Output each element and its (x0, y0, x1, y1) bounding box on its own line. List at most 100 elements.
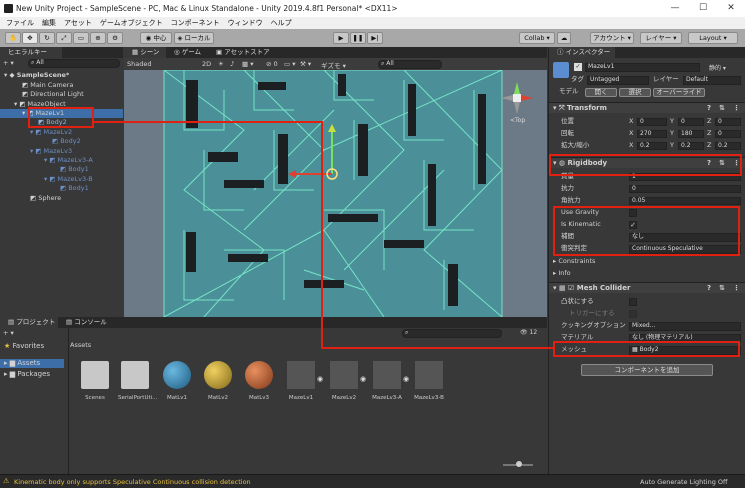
tab-scene[interactable]: ▦ シーン (124, 47, 166, 58)
tree-item-main-camera[interactable]: ◩ Main Camera (22, 81, 73, 90)
tab-project[interactable]: ▤ プロジェクト (0, 317, 58, 328)
tab-game[interactable]: ◎ ゲーム (166, 47, 206, 58)
add-component-button[interactable]: コンポーネントを追加 (581, 364, 713, 376)
shading-mode-dropdown[interactable]: Shaded (127, 60, 151, 68)
mode-2d-button[interactable]: 2D (202, 60, 211, 68)
hand-tool-button[interactable]: ✋ (5, 32, 21, 44)
menu-edit[interactable]: 編集 (42, 18, 56, 28)
scene-camera-icon[interactable]: ▭ ▾ (284, 60, 295, 68)
play-button[interactable]: ▶ (333, 32, 349, 44)
convex-checkbox[interactable] (629, 298, 637, 306)
transform-tool-button[interactable]: ⊕ (90, 32, 106, 44)
angular-drag-field[interactable]: 0.05 (629, 197, 741, 205)
tree-item-sphere[interactable]: ◩ Sphere (30, 194, 61, 203)
layout-button[interactable]: Layout ▾ (688, 32, 738, 44)
asset-mazelv3-a[interactable]: MazeLv3-A (370, 361, 404, 401)
menu-dots-icon[interactable]: ⋮ (733, 283, 740, 293)
position-y-field[interactable]: 0 (678, 118, 704, 126)
asset-serialport[interactable]: SerialPortUti... (118, 361, 157, 401)
minimize-button[interactable]: — (661, 0, 689, 17)
account-button[interactable]: アカウント ▾ (590, 32, 634, 44)
tree-item-mazelv3-b[interactable]: ▾ ◩ MazeLv3-B (44, 175, 93, 184)
tab-inspector[interactable]: ⓘ インスペクター (549, 47, 615, 58)
scene-viewport[interactable]: <Top (124, 70, 547, 317)
expand-icon[interactable]: ◉ (360, 375, 366, 383)
favorites-folder[interactable]: ★ Favorites (4, 342, 44, 350)
project-create-button[interactable]: + ▾ (3, 329, 14, 337)
select-button[interactable]: 選択 (619, 88, 651, 97)
close-button[interactable]: ✕ (717, 0, 745, 17)
menu-component[interactable]: コンポーネント (171, 18, 220, 28)
scale-x-field[interactable]: 0.2 (637, 142, 667, 150)
custom-tool-button[interactable]: ⚙ (107, 32, 123, 44)
active-checkbox[interactable]: ✓ (574, 63, 582, 71)
menu-assets[interactable]: アセット (64, 18, 92, 28)
asset-matlv1[interactable]: MatLv1 (160, 361, 194, 401)
help-icon[interactable]: ? (707, 283, 711, 293)
info-foldout[interactable]: ▸ Info (553, 269, 571, 278)
menu-gameobject[interactable]: ゲームオブジェクト (100, 18, 163, 28)
tools-icon[interactable]: ⚒ ▾ (300, 60, 311, 68)
help-icon[interactable]: ? (707, 103, 711, 113)
tab-hierarchy[interactable]: ヒエラルキー (0, 47, 62, 58)
preset-icon[interactable]: ⇅ (719, 103, 725, 113)
pivot-local-button[interactable]: ◈ ローカル (174, 32, 214, 44)
tree-item-body1-a[interactable]: ◩ Body1 (60, 165, 89, 174)
rotation-z-field[interactable]: 0 (715, 130, 741, 138)
maximize-button[interactable]: ☐ (689, 0, 717, 17)
assets-folder[interactable]: ▸ ▆ Assets (0, 359, 64, 368)
zoom-slider-handle[interactable] (516, 461, 522, 467)
asset-matlv3[interactable]: MatLv3 (242, 361, 276, 401)
asset-matlv2[interactable]: MatLv2 (201, 361, 235, 401)
mesh-collider-header[interactable]: ▾ ▦ ☑ Mesh Collider ? ⇅ ⋮ (549, 282, 745, 293)
menu-file[interactable]: ファイル (6, 18, 34, 28)
pause-button[interactable]: ❚❚ (350, 32, 366, 44)
rotate-tool-button[interactable]: ↻ (39, 32, 55, 44)
lighting-icon[interactable]: ☀ (218, 60, 224, 68)
asset-mazelv1[interactable]: MazeLv1 (284, 361, 318, 401)
scale-y-field[interactable]: 0.2 (678, 142, 704, 150)
menu-dots-icon[interactable]: ⋮ (733, 103, 740, 113)
tab-asset-store[interactable]: ▣ アセットストア (208, 47, 274, 58)
layers-button[interactable]: レイヤー ▾ (640, 32, 682, 44)
layer-dropdown[interactable]: Default (683, 76, 741, 85)
trigger-checkbox[interactable] (629, 310, 637, 318)
scale-tool-button[interactable]: ⤢ (56, 32, 72, 44)
menu-help[interactable]: ヘルプ (271, 18, 292, 28)
asset-scenes[interactable]: Scenes (78, 361, 112, 401)
object-name-field[interactable]: MazeLv1 (585, 63, 700, 72)
effects-icon[interactable]: ▩ ▾ (242, 60, 253, 68)
collab-button[interactable]: Collab ▾ (519, 32, 555, 44)
rect-tool-button[interactable]: ▭ (73, 32, 89, 44)
audio-icon[interactable]: ♪ (230, 60, 234, 68)
rotation-x-field[interactable]: 270 (637, 130, 667, 138)
packages-folder[interactable]: ▸ ▆ Packages (4, 370, 50, 378)
rotation-y-field[interactable]: 180 (678, 130, 704, 138)
tree-item-mazelv3[interactable]: ▾ ◩ MazeLv3 (30, 147, 72, 156)
pivot-center-button[interactable]: ◉ 中心 (140, 32, 172, 44)
project-search-input[interactable]: ⌕ (402, 329, 502, 338)
hierarchy-create-button[interactable]: + ▾ (3, 59, 14, 67)
scene-search-input[interactable]: ⌕ All (378, 60, 442, 69)
move-tool-button[interactable]: ✥ (22, 32, 38, 44)
transform-header[interactable]: ▾ ⤧ Transform ? ⇅ ⋮ (549, 102, 745, 113)
asset-mazelv3-b[interactable]: MazeLv3-B (412, 361, 446, 401)
tree-item-mazelv2[interactable]: ▾ ◩ MazeLv2 (30, 128, 72, 137)
tab-console[interactable]: ▤ コンソール (58, 317, 108, 328)
step-button[interactable]: ▶| (367, 32, 383, 44)
preset-icon[interactable]: ⇅ (719, 283, 725, 293)
project-breadcrumb[interactable]: Assets (70, 341, 91, 349)
perspective-label[interactable]: <Top (510, 117, 525, 124)
hidden-objects-icon[interactable]: ⊘ 0 (266, 60, 278, 68)
status-message[interactable]: Kinematic body only supports Speculative… (14, 478, 251, 486)
cloud-button[interactable]: ☁ (557, 32, 571, 44)
position-x-field[interactable]: 0 (637, 118, 667, 126)
hierarchy-search-input[interactable]: ⌕ All (28, 59, 120, 68)
position-z-field[interactable]: 0 (715, 118, 741, 126)
overrides-button[interactable]: オーバーライド (653, 88, 705, 97)
gizmos-dropdown[interactable]: ギズモ ▾ (321, 60, 346, 70)
expand-icon[interactable]: ◉ (317, 375, 323, 383)
constraints-foldout[interactable]: ▸ Constraints (553, 257, 595, 266)
static-toggle[interactable]: 静的 ▾ (709, 63, 726, 72)
tree-item-directional-light[interactable]: ◩ Directional Light (22, 90, 84, 99)
